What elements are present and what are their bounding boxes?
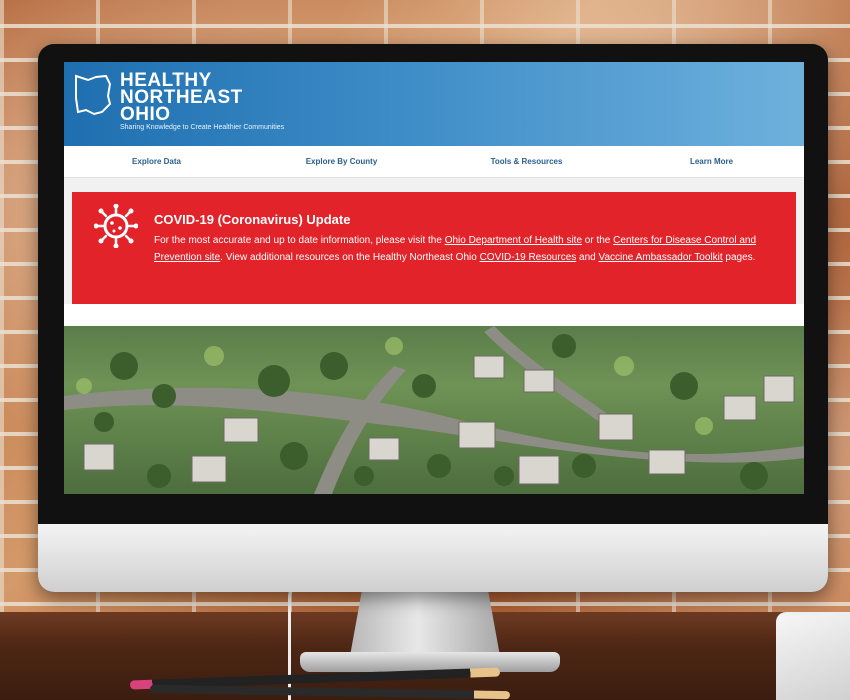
alert-text-3: . View additional resources on the Healt… [220,252,480,263]
link-ohio-department-of-health[interactable]: Ohio Department of Health site [445,235,582,246]
ohio-map-icon[interactable] [72,72,114,116]
neighborhood-aerial-illustration [64,326,804,494]
nav-learn-more[interactable]: Learn More [619,157,804,166]
monitor-stand-neck [350,590,500,656]
covid-alert-banner: COVID-19 (Coronavirus) Update For the mo… [72,192,796,304]
monitor-chin [38,524,828,592]
site-tagline: Sharing Knowledge to Create Healthier Co… [120,124,285,131]
covid-alert-title: COVID-19 (Coronavirus) Update [154,212,351,227]
site-header: HEALTHY NORTHEAST OHIO Sharing Knowledge… [64,62,804,146]
alert-text-4: and [576,252,599,263]
coronavirus-icon [94,204,138,248]
covid-alert-body: For the most accurate and up to date inf… [154,232,774,266]
nav-explore-data[interactable]: Explore Data [64,157,249,166]
link-covid-resources[interactable]: COVID-19 Resources [480,252,577,263]
alert-text-5: pages. [722,252,756,263]
content-spacer [64,304,804,326]
main-nav: Explore Data Explore By County Tools & R… [64,146,804,178]
alert-text-1: For the most accurate and up to date inf… [154,235,445,246]
side-device [776,612,850,700]
hero-neighborhood-image [64,326,804,494]
link-vaccine-ambassador-toolkit[interactable]: Vaccine Ambassador Toolkit [599,252,723,263]
alert-text-2: or the [582,235,614,246]
monitor-screen: HEALTHY NORTHEAST OHIO Sharing Knowledge… [64,62,804,494]
site-logo-text[interactable]: HEALTHY NORTHEAST OHIO [120,71,300,124]
nav-explore-by-county[interactable]: Explore By County [249,157,434,166]
nav-tools-resources[interactable]: Tools & Resources [434,157,619,166]
